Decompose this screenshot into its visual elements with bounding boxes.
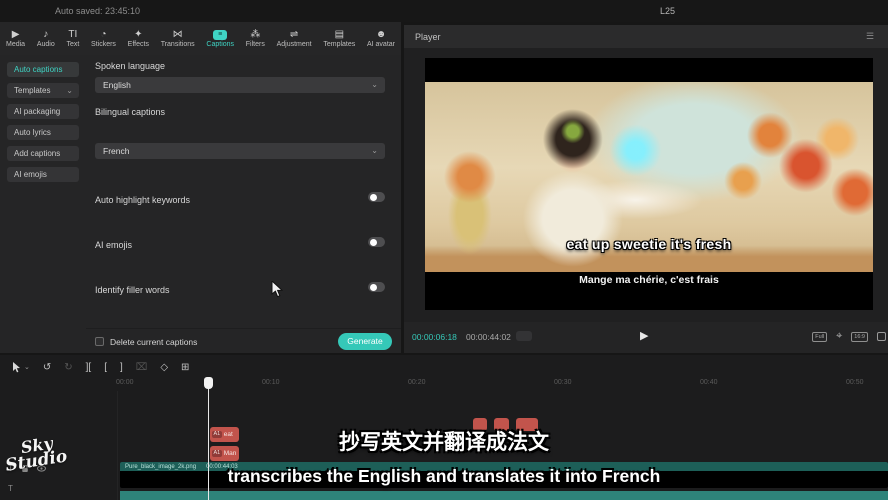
cursor-icon <box>12 362 21 373</box>
toolbar-item-adjustment[interactable]: ⇌ Adjustment <box>277 29 312 48</box>
split-icon[interactable]: ][ <box>86 362 92 373</box>
filler-words-toggle[interactable] <box>368 282 385 292</box>
spoken-language-select[interactable]: English ⌄ <box>95 77 385 93</box>
play-button[interactable]: ▶ <box>640 329 648 342</box>
templates-icon: ▤ <box>335 29 344 40</box>
player-panel: Player ☰ eat up sweetie it's fresh Mange… <box>404 25 888 353</box>
text-icon: TI <box>68 29 77 40</box>
generate-button[interactable]: Generate <box>338 333 392 350</box>
bilingual-language-select[interactable]: French ⌄ <box>95 143 385 159</box>
sidebar-item-auto-captions[interactable]: Auto captions <box>7 62 79 77</box>
chevron-down-icon: ⌄ <box>66 83 73 98</box>
fullscreen-icon[interactable] <box>877 332 886 341</box>
filler-words-row: Identify filler words <box>95 280 385 294</box>
tutorial-subtitle-chinese: 抄写英文并翻译成法文 <box>0 426 888 456</box>
player-stage: eat up sweetie it's fresh Mange ma chéri… <box>404 48 888 322</box>
transitions-icon: ⋈ <box>173 29 183 40</box>
ai-emojis-toggle[interactable] <box>368 237 385 247</box>
bilingual-captions-label: Bilingual captions <box>95 107 165 117</box>
sidebar-item-auto-lyrics[interactable]: Auto lyrics <box>7 125 79 140</box>
player-header: Player ☰ <box>404 25 888 48</box>
filters-icon: ⁂ <box>250 29 260 40</box>
toolbar-item-transitions[interactable]: ⋈ Transitions <box>161 29 195 48</box>
timeline-ruler[interactable]: 00:00 00:10 00:20 00:30 00:40 00:50 <box>0 376 888 391</box>
video-caption-french: Mange ma chérie, c'est frais <box>425 274 873 286</box>
chevron-down-icon: ⌄ <box>371 77 378 93</box>
stickers-icon: ◔ <box>100 29 106 40</box>
main-toolbar: ▶ Media ♪ Audio TI Text ◔ Stickers ✦ Eff… <box>0 22 401 55</box>
player-right-controls: Full ⌖ 16:9 <box>812 330 886 343</box>
sidebar-item-templates[interactable]: Templates ⌄ <box>7 83 79 98</box>
auto-highlight-row: Auto highlight keywords <box>95 190 385 204</box>
toolbar-item-stickers[interactable]: ◔ Stickers <box>91 29 116 48</box>
adjustment-icon: ⇌ <box>290 29 298 40</box>
mask-icon[interactable]: ◇ <box>160 362 168 373</box>
chevron-down-icon: ⌄ <box>371 143 378 159</box>
sidebar-item-ai-packaging[interactable]: AI packaging <box>7 104 79 119</box>
auto-captions-form: Spoken language English ⌄ Bilingual capt… <box>95 55 401 328</box>
playhead-handle[interactable] <box>204 377 213 389</box>
toolbar-item-text[interactable]: TI Text <box>66 29 79 48</box>
toolbar-item-templates[interactable]: ▤ Templates <box>323 29 355 48</box>
timeline-toolbar: ⌄ ↺ ↻ ][ [ ] ⌧ ◇ ⊞ <box>0 358 888 376</box>
sidebar-item-add-captions[interactable]: Add captions <box>7 146 79 161</box>
ratio-badge[interactable]: 16:9 <box>851 332 868 342</box>
player-menu-icon[interactable]: ☰ <box>866 31 874 42</box>
delete-icon[interactable]: ⌧ <box>136 362 148 373</box>
focus-icon[interactable]: ⌖ <box>836 330 842 343</box>
audio-clip[interactable] <box>120 491 888 500</box>
captions-sidebar: Auto captions Templates ⌄ AI packaging A… <box>0 55 86 353</box>
audio-icon: ♪ <box>43 29 48 40</box>
window-label: L25 <box>660 6 675 16</box>
quality-badge[interactable]: Full <box>812 332 827 342</box>
auto-highlight-toggle[interactable] <box>368 192 385 202</box>
total-timecode: 00:00:44:02 <box>466 332 511 342</box>
left-panel: ▶ Media ♪ Audio TI Text ◔ Stickers ✦ Eff… <box>0 22 401 353</box>
toolbar-item-effects[interactable]: ✦ Effects <box>128 29 149 48</box>
delete-captions-label: Delete current captions <box>110 337 197 347</box>
cursor-tool[interactable]: ⌄ <box>12 362 30 373</box>
toolbar-item-audio[interactable]: ♪ Audio <box>37 29 55 48</box>
trim-right-icon[interactable]: ] <box>120 362 123 373</box>
ai-avatar-icon: ☻ <box>376 29 387 40</box>
chevron-down-icon: ⌄ <box>24 363 30 371</box>
effects-icon: ✦ <box>134 29 142 40</box>
player-title: Player <box>415 32 441 42</box>
toolbar-item-ai-avatar[interactable]: ☻ AI avatar <box>367 29 395 48</box>
captions-footer: Delete current captions Generate <box>86 328 401 353</box>
autosave-status: Auto saved: 23:45:10 <box>55 6 140 16</box>
toolbar-item-media[interactable]: ▶ Media <box>6 29 25 48</box>
toolbar-item-captions[interactable]: ≡ Captions <box>206 30 234 48</box>
captions-icon: ≡ <box>213 30 227 40</box>
sidebar-item-ai-emojis[interactable]: AI emojis <box>7 167 79 182</box>
spoken-language-label: Spoken language <box>95 61 165 71</box>
current-timecode: 00:00:06:18 <box>412 332 457 342</box>
tutorial-subtitle-english: transcribes the English and translates i… <box>0 466 888 487</box>
app-window: Auto saved: 23:45:10 L25 ▶ Media ♪ Audio… <box>0 0 888 500</box>
ai-emojis-row: AI emojis <box>95 235 385 249</box>
speed-badge[interactable] <box>516 331 532 341</box>
trim-left-icon[interactable]: [ <box>104 362 107 373</box>
player-controls: 00:00:06:18 00:00:44:02 ▶ Full ⌖ 16:9 <box>404 322 888 353</box>
titlebar: Auto saved: 23:45:10 L25 <box>0 0 888 22</box>
video-caption-english: eat up sweetie it's fresh <box>425 236 873 252</box>
media-icon: ▶ <box>12 29 20 40</box>
mouse-cursor <box>271 281 283 303</box>
toolbar-item-filters[interactable]: ⁂ Filters <box>246 29 265 48</box>
delete-captions-checkbox[interactable] <box>95 337 104 346</box>
undo-icon[interactable]: ↺ <box>43 362 51 373</box>
video-preview[interactable]: eat up sweetie it's fresh Mange ma chéri… <box>425 58 873 310</box>
extract-icon[interactable]: ⊞ <box>181 362 189 373</box>
redo-icon[interactable]: ↻ <box>64 362 72 373</box>
